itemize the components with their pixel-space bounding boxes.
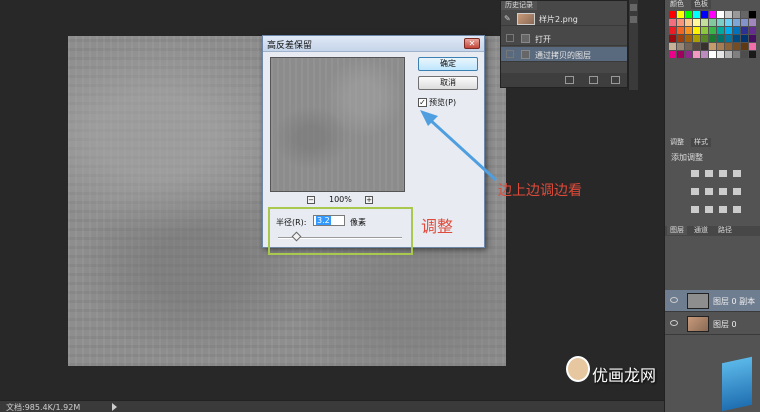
brush-icon: ✎ xyxy=(504,14,511,23)
swatch-grid[interactable] xyxy=(669,11,759,101)
tab-layers[interactable]: 图层 xyxy=(667,226,687,235)
history-item-open[interactable]: 打开 xyxy=(501,31,627,46)
gradient-map-icon[interactable] xyxy=(733,206,741,213)
tab-history[interactable]: 历史记录 xyxy=(501,1,537,10)
threshold-icon[interactable] xyxy=(719,206,727,213)
layer-row[interactable]: 图层 0 xyxy=(665,313,760,335)
camera-icon[interactable] xyxy=(589,76,598,84)
tab-swatches[interactable]: 色板 xyxy=(691,0,711,9)
hue-saturation-icon[interactable] xyxy=(705,188,713,195)
history-step-icon xyxy=(521,34,530,43)
preview-checkbox[interactable]: ✓ xyxy=(418,98,427,107)
tab-adjustments[interactable]: 调整 xyxy=(667,138,687,147)
panel-dock-strip xyxy=(628,0,638,90)
radius-highlight-box xyxy=(268,207,413,255)
watermark-text: 优画龙网 xyxy=(592,366,657,385)
exposure-icon[interactable] xyxy=(733,170,741,177)
invert-icon[interactable] xyxy=(691,206,699,213)
eye-icon[interactable] xyxy=(670,297,678,303)
watermark-badge-icon xyxy=(722,356,752,412)
cancel-button[interactable]: 取消 xyxy=(418,76,478,90)
history-panel: 历史记录 ✎ 样片2.png 打开 通过拷贝的图层 xyxy=(500,0,628,88)
ok-button[interactable]: 确定 xyxy=(418,57,478,71)
zoom-level: 100% xyxy=(329,195,352,204)
dock-button-icon[interactable] xyxy=(630,16,637,23)
layers-tabbar: 图层 通道 路径 xyxy=(665,226,760,236)
dialog-title: 高反差保留 xyxy=(267,41,313,51)
trash-icon[interactable] xyxy=(611,76,620,84)
new-document-icon[interactable] xyxy=(565,76,574,84)
adjustments-title: 添加调整 xyxy=(671,153,703,162)
history-item-label: 通过拷贝的图层 xyxy=(535,51,591,60)
black-white-icon[interactable] xyxy=(733,188,741,195)
layer-thumbnail xyxy=(687,293,709,309)
eye-icon[interactable] xyxy=(670,320,678,326)
annotation-check-while-adjusting: 边上边调边看 xyxy=(498,183,582,199)
zoom-out-button[interactable]: − xyxy=(307,196,315,204)
brightness-icon[interactable] xyxy=(691,170,699,177)
layer-row[interactable]: 图层 0 副本 xyxy=(665,290,760,312)
posterize-icon[interactable] xyxy=(705,206,713,213)
history-item-label: 打开 xyxy=(535,35,551,44)
preview-checkbox-label[interactable]: 预览(P) xyxy=(429,97,456,108)
tab-channels[interactable]: 通道 xyxy=(691,226,711,235)
layer-thumbnail xyxy=(687,316,709,332)
right-panel-dock: 颜色 色板 调整 样式 添加调整 图层 通道 路径 图层 0 副本 图层 0 xyxy=(664,0,760,412)
snapshot-thumbnail xyxy=(517,13,535,25)
status-bar: 文档:985.4K/1.92M xyxy=(0,400,666,412)
watermark-mascot-icon xyxy=(566,356,590,382)
zoom-in-button[interactable]: + xyxy=(365,196,373,204)
history-item-copy-layer[interactable]: 通过拷贝的图层 xyxy=(501,47,627,62)
status-menu-arrow-icon[interactable] xyxy=(112,403,117,411)
history-snapshot[interactable]: ✎ 样片2.png xyxy=(501,11,627,26)
layer-name: 图层 0 xyxy=(713,320,737,329)
annotation-adjust: 调整 xyxy=(421,217,454,236)
history-step-icon xyxy=(521,50,530,59)
curves-icon[interactable] xyxy=(719,170,727,177)
dialog-titlebar[interactable]: 高反差保留 ✕ xyxy=(263,36,484,52)
tab-color[interactable]: 颜色 xyxy=(667,0,687,9)
dock-button-icon[interactable] xyxy=(630,4,637,11)
color-balance-icon[interactable] xyxy=(719,188,727,195)
history-source-checkbox[interactable] xyxy=(506,50,514,58)
snapshot-label: 样片2.png xyxy=(539,15,578,24)
history-footer xyxy=(501,73,627,87)
close-icon[interactable]: ✕ xyxy=(464,38,480,49)
levels-icon[interactable] xyxy=(705,170,713,177)
history-source-checkbox[interactable] xyxy=(506,34,514,42)
filter-preview[interactable] xyxy=(270,57,405,192)
document-size-info: 文档:985.4K/1.92M xyxy=(6,403,81,412)
vibrance-icon[interactable] xyxy=(691,188,699,195)
tab-paths[interactable]: 路径 xyxy=(715,226,735,235)
layer-name: 图层 0 副本 xyxy=(713,297,756,306)
tab-styles[interactable]: 样式 xyxy=(691,138,711,147)
